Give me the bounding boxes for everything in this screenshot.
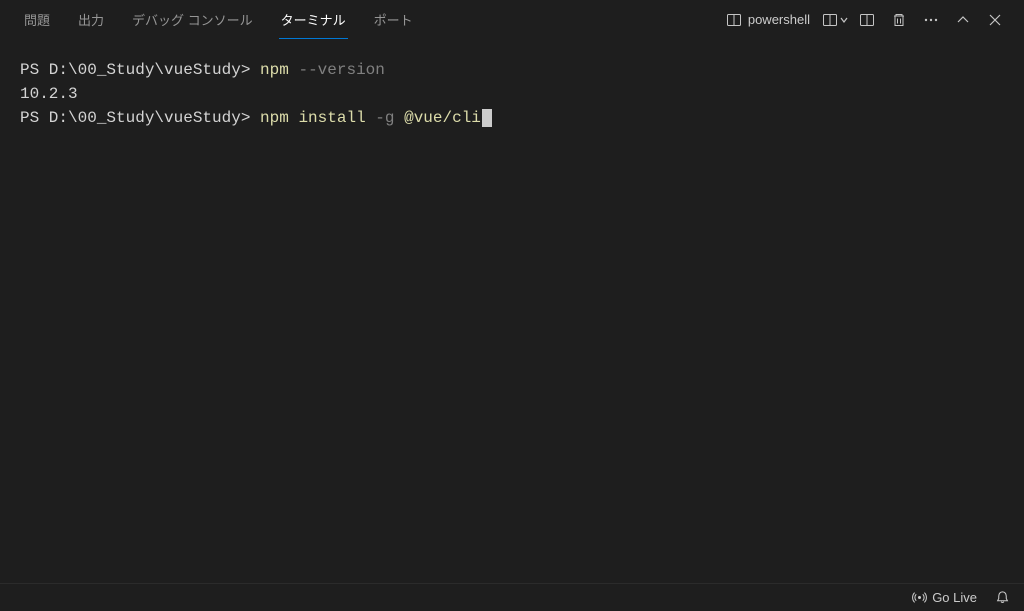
bell-icon [995,590,1010,605]
maximize-panel-button[interactable] [950,7,976,33]
tab-debug-console[interactable]: デバッグ コンソール [118,2,267,37]
more-actions-button[interactable] [918,7,944,33]
split-terminal-button[interactable] [854,7,880,33]
panel-tabs: 問題 出力 デバッグ コンソール ターミナル ポート [10,2,720,37]
prompt: PS D:\00_Study\vueStudy> [20,61,250,79]
output: 10.2.3 [20,85,78,103]
terminal-profile-label: powershell [748,12,810,27]
prompt: PS D:\00_Study\vueStudy> [20,109,250,127]
terminal-profile-icon [726,12,742,28]
terminal-line: 10.2.3 [20,82,1004,106]
flag: -g [375,109,394,127]
notifications-button[interactable] [995,590,1010,605]
terminal-content[interactable]: PS D:\00_Study\vueStudy> npm --version 1… [0,40,1024,583]
broadcast-icon [912,590,927,605]
go-live-button[interactable]: Go Live [912,590,977,605]
panel-toolbar: powershell [720,7,1014,33]
kill-terminal-button[interactable] [886,7,912,33]
command: npm install [260,109,366,127]
terminal-line: PS D:\00_Study\vueStudy> npm install -g … [20,106,1004,130]
tab-port[interactable]: ポート [360,2,427,37]
status-bar: Go Live [0,583,1024,611]
flag: --version [298,61,384,79]
tab-output[interactable]: 出力 [64,2,118,37]
argument: @vue/cli [404,109,481,127]
close-panel-button[interactable] [982,7,1008,33]
tab-problems[interactable]: 問題 [10,2,64,37]
tab-terminal[interactable]: ターミナル [267,2,360,37]
terminal-profile-button[interactable]: powershell [720,12,816,28]
go-live-label: Go Live [932,590,977,605]
command: npm [260,61,289,79]
cursor [482,109,492,127]
new-terminal-dropdown-button[interactable] [822,7,848,33]
terminal-line: PS D:\00_Study\vueStudy> npm --version [20,58,1004,82]
panel-header: 問題 出力 デバッグ コンソール ターミナル ポート powershell [0,0,1024,40]
